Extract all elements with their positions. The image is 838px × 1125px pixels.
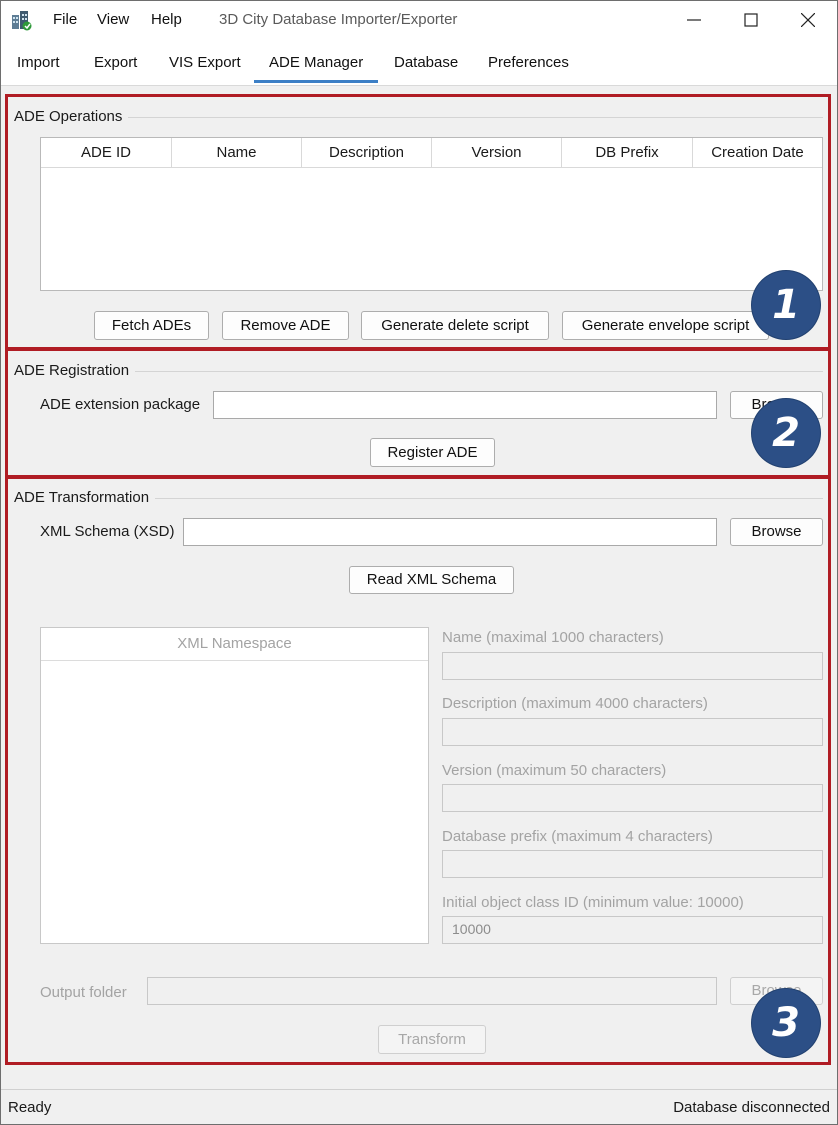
xsd-label: XML Schema (XSD) bbox=[40, 523, 175, 540]
ade-package-input[interactable] bbox=[213, 391, 717, 419]
status-left: Ready bbox=[8, 1099, 52, 1116]
section-title-transformation: ADE Transformation bbox=[14, 489, 156, 506]
tab-database[interactable]: Database bbox=[394, 54, 458, 71]
output-folder-input[interactable] bbox=[147, 977, 717, 1005]
column-header-ade-id[interactable]: ADE ID bbox=[41, 138, 172, 168]
section-title-operations: ADE Operations bbox=[14, 108, 129, 125]
tab-ade-manager[interactable]: ADE Manager bbox=[269, 54, 363, 71]
generate-envelope-script-button[interactable]: Generate envelope script bbox=[562, 311, 769, 340]
close-window-button[interactable] bbox=[780, 0, 836, 40]
column-header-name[interactable]: Name bbox=[172, 138, 302, 168]
column-header-description[interactable]: Description bbox=[302, 138, 432, 168]
tab-export[interactable]: Export bbox=[94, 54, 137, 71]
ade-description-input[interactable] bbox=[442, 718, 823, 746]
class-id-value: 10000 bbox=[452, 921, 491, 937]
tab-preferences[interactable]: Preferences bbox=[488, 54, 569, 71]
ade-description-label: Description (maximum 4000 characters) bbox=[442, 695, 708, 712]
xsd-input[interactable] bbox=[183, 518, 717, 546]
generate-delete-script-button[interactable]: Generate delete script bbox=[361, 311, 549, 340]
transform-button[interactable]: Transform bbox=[378, 1025, 486, 1054]
register-ade-button[interactable]: Register ADE bbox=[370, 438, 495, 467]
xml-namespace-header: XML Namespace bbox=[41, 628, 428, 661]
status-right: Database disconnected bbox=[673, 1099, 830, 1116]
xsd-browse-button[interactable]: Browse bbox=[730, 518, 823, 546]
menu-view[interactable]: View bbox=[97, 11, 129, 28]
menu-file[interactable]: File bbox=[53, 11, 77, 28]
tab-import[interactable]: Import bbox=[17, 54, 60, 71]
class-id-label: Initial object class ID (minimum value: … bbox=[442, 894, 744, 911]
db-prefix-input[interactable] bbox=[442, 850, 823, 878]
xml-namespace-list[interactable]: XML Namespace bbox=[40, 627, 429, 944]
section-divider bbox=[14, 117, 823, 118]
close-icon bbox=[801, 13, 815, 27]
menu-help[interactable]: Help bbox=[151, 11, 182, 28]
ade-name-input[interactable] bbox=[442, 652, 823, 680]
ade-version-label: Version (maximum 50 characters) bbox=[442, 762, 667, 779]
column-header-version[interactable]: Version bbox=[432, 138, 562, 168]
minimize-icon bbox=[687, 19, 701, 21]
db-prefix-label: Database prefix (maximum 4 characters) bbox=[442, 828, 713, 845]
column-header-creation-date[interactable]: Creation Date bbox=[693, 138, 822, 168]
badge-1: 1 bbox=[752, 271, 820, 339]
maximize-icon bbox=[744, 13, 758, 27]
output-folder-label: Output folder bbox=[40, 984, 127, 1001]
column-header-db-prefix[interactable]: DB Prefix bbox=[562, 138, 693, 168]
section-divider bbox=[14, 371, 823, 372]
window-title: 3D City Database Importer/Exporter bbox=[219, 11, 458, 28]
active-tab-indicator bbox=[254, 80, 378, 83]
section-title-registration: ADE Registration bbox=[14, 362, 136, 379]
class-id-input[interactable]: 10000 bbox=[442, 916, 823, 944]
badge-2: 2 bbox=[752, 399, 820, 467]
maximize-button[interactable] bbox=[723, 0, 779, 40]
remove-ade-button[interactable]: Remove ADE bbox=[222, 311, 349, 340]
tab-vis-export[interactable]: VIS Export bbox=[169, 54, 241, 71]
ade-name-label: Name (maximal 1000 characters) bbox=[442, 629, 664, 646]
app-icon[interactable] bbox=[10, 9, 32, 31]
ade-package-label: ADE extension package bbox=[40, 396, 201, 413]
read-xml-schema-button[interactable]: Read XML Schema bbox=[349, 566, 514, 594]
fetch-ades-button[interactable]: Fetch ADEs bbox=[94, 311, 209, 340]
ade-table[interactable]: ADE ID Name Description Version DB Prefi… bbox=[40, 137, 823, 291]
badge-3: 3 bbox=[752, 989, 820, 1057]
ade-version-input[interactable] bbox=[442, 784, 823, 812]
minimize-button[interactable] bbox=[666, 0, 722, 40]
